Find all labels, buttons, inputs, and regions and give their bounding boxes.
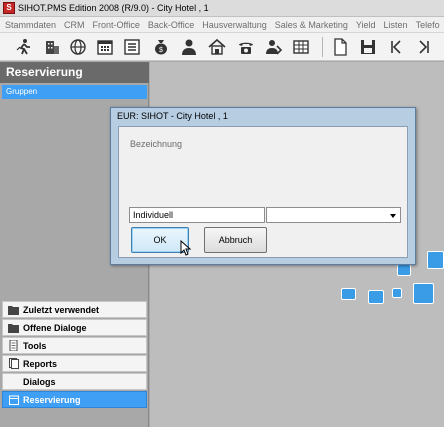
bezeichnung-dropdown[interactable] — [266, 207, 401, 223]
list-icon[interactable] — [121, 36, 143, 58]
main-toolbar: $ — [0, 33, 444, 61]
folder-icon — [8, 322, 19, 333]
save-icon[interactable] — [357, 36, 379, 58]
house-icon[interactable] — [206, 36, 228, 58]
walk-in-icon[interactable] — [13, 36, 35, 58]
nav-label: Tools — [23, 340, 47, 351]
menu-front-office[interactable]: Front-Office — [93, 20, 140, 30]
window-titlebar: S SIHOT.PMS Edition 2008 (R/9.0) - City … — [0, 0, 444, 17]
next-record-icon[interactable] — [413, 36, 435, 58]
calendar-grid-icon[interactable] — [94, 36, 116, 58]
new-document-icon[interactable] — [329, 36, 351, 58]
menu-hausverwaltung[interactable]: Hausverwaltung — [202, 20, 267, 30]
menu-back-office[interactable]: Back-Office — [148, 20, 194, 30]
desktop-shortcut-icon[interactable] — [368, 290, 384, 304]
desktop-shortcut-icon[interactable] — [341, 288, 356, 300]
menu-telefon[interactable]: Telefo — [416, 20, 440, 30]
nav-zuletzt-verwendet[interactable]: Zuletzt verwendet — [2, 301, 147, 318]
nav-label: Offene Dialoge — [23, 322, 87, 333]
telephone-icon[interactable] — [235, 36, 257, 58]
reports-icon — [8, 358, 19, 369]
menu-sales-marketing[interactable]: Sales & Marketing — [275, 20, 348, 30]
menu-bar: Stammdaten CRM Front-Office Back-Office … — [0, 17, 444, 33]
tools-icon — [8, 340, 19, 351]
cancel-button[interactable]: Abbruch — [204, 227, 267, 253]
desktop-shortcut-icon[interactable] — [392, 288, 402, 298]
bezeichnung-input[interactable] — [129, 207, 265, 223]
chevron-down-icon — [390, 214, 396, 218]
table-icon[interactable] — [290, 36, 312, 58]
nav-offene-dialoge[interactable]: Offene Dialoge — [2, 319, 147, 336]
globe-icon[interactable] — [67, 36, 89, 58]
person-icon[interactable] — [178, 36, 200, 58]
nav-reports[interactable]: Reports — [2, 355, 147, 372]
bezeichnung-dialog: EUR: SIHOT - City Hotel , 1 Bezeichnung … — [110, 107, 416, 265]
bezeichnung-label: Bezeichnung — [130, 139, 183, 149]
desktop-shortcut-icon[interactable] — [397, 264, 411, 276]
nav-label: Reservierung — [23, 394, 81, 405]
building-icon[interactable] — [41, 36, 63, 58]
reservation-icon — [8, 394, 19, 405]
folder-icon — [8, 304, 19, 315]
nav-label: Dialogs — [23, 376, 56, 387]
sidebar-item-gruppen[interactable]: Gruppen — [2, 85, 147, 99]
nav-spacer — [8, 376, 19, 387]
desktop-shortcut-icon[interactable] — [413, 283, 434, 304]
first-record-icon[interactable] — [385, 36, 407, 58]
group-icon[interactable] — [263, 36, 285, 58]
menu-stammdaten[interactable]: Stammdaten — [5, 20, 56, 30]
menu-yield[interactable]: Yield — [356, 20, 376, 30]
dialog-body: Bezeichnung OK Abbruch — [118, 126, 408, 258]
nav-tools[interactable]: Tools — [2, 337, 147, 354]
nav-label: Reports — [23, 358, 58, 369]
nav-dialogs[interactable]: Dialogs — [2, 373, 147, 390]
toolbar-separator — [322, 37, 323, 57]
app-logo-icon: S — [3, 2, 15, 14]
nav-label: Zuletzt verwendet — [23, 304, 100, 315]
window-title: SIHOT.PMS Edition 2008 (R/9.0) - City Ho… — [18, 3, 209, 13]
dialog-title: EUR: SIHOT - City Hotel , 1 — [117, 111, 228, 121]
mouse-cursor-icon — [180, 240, 192, 256]
money-bag-icon[interactable]: $ — [150, 36, 172, 58]
sidebar-title: Reservierung — [0, 62, 149, 83]
svg-text:$: $ — [159, 47, 163, 54]
menu-crm[interactable]: CRM — [64, 20, 85, 30]
menu-listen[interactable]: Listen — [384, 20, 408, 30]
nav-reservierung[interactable]: Reservierung — [2, 391, 147, 408]
desktop-shortcut-icon[interactable] — [427, 251, 444, 269]
